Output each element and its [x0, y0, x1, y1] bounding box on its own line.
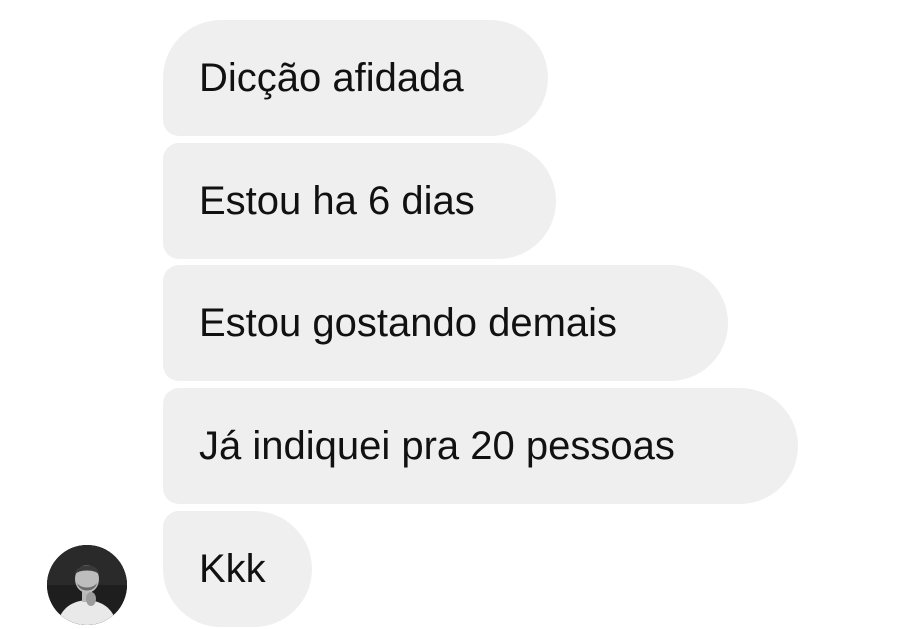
message-bubble[interactable]: Estou gostando demais: [163, 265, 728, 381]
message-bubble[interactable]: Estou ha 6 dias: [163, 143, 556, 259]
message-text: Kkk: [199, 547, 266, 591]
message-thread: Dicção afidada Estou ha 6 dias Estou gos…: [0, 0, 919, 629]
message-text: Dicção afidada: [199, 56, 464, 100]
message-bubble[interactable]: Dicção afidada: [163, 20, 548, 136]
message-text: Já indiquei pra 20 pessoas: [199, 424, 675, 468]
message-bubble[interactable]: Já indiquei pra 20 pessoas: [163, 388, 798, 504]
sender-avatar[interactable]: [47, 545, 127, 625]
message-bubble[interactable]: Kkk: [163, 511, 312, 627]
profile-photo-icon: [47, 545, 127, 625]
message-text: Estou ha 6 dias: [199, 179, 475, 223]
message-text: Estou gostando demais: [199, 301, 618, 345]
